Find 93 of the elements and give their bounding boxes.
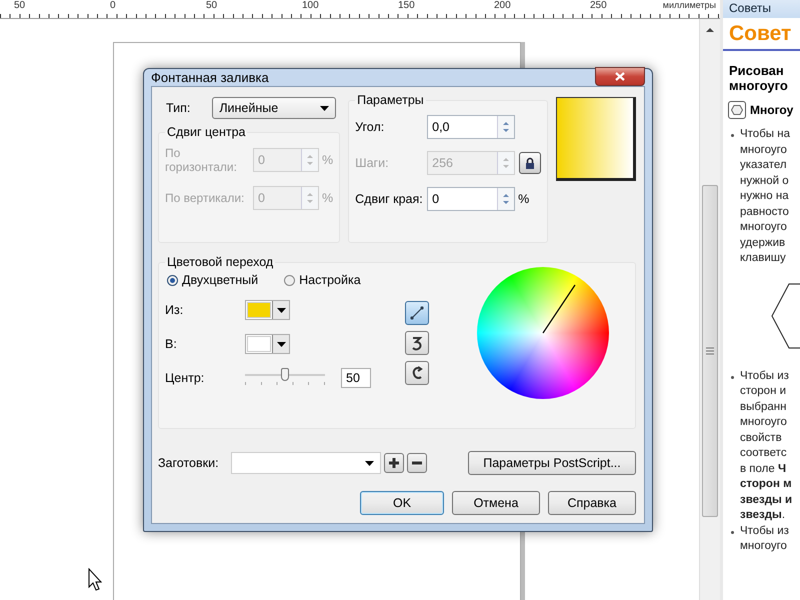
field-label: Центр: [165, 371, 206, 385]
radio-option[interactable]: Настройка [284, 273, 361, 287]
tip-text: звезды и [740, 492, 792, 508]
add-button[interactable] [384, 453, 404, 473]
field-label: Тип: [166, 101, 190, 115]
tool-name: Многоу [750, 103, 794, 117]
bullet-icon [731, 134, 734, 137]
slider-thumb[interactable] [281, 368, 289, 381]
tip-text: соответс [740, 446, 788, 461]
bullet-icon [731, 530, 734, 534]
close-button[interactable] [595, 67, 645, 86]
field-label: В: [165, 337, 178, 351]
tip-text: равносто [740, 204, 790, 220]
tip-text: в поле Ч [740, 462, 788, 476]
spin-arrows-icon[interactable] [502, 119, 510, 135]
dialog-button[interactable]: OK [360, 491, 444, 515]
tip-text: удержив [740, 236, 786, 250]
field-label: По вертикали: [165, 191, 246, 205]
dialog-title: Фонтанная заливка [151, 70, 269, 85]
tip-text: сторон и [740, 384, 788, 399]
tip-text: указател [740, 158, 788, 173]
radio-option[interactable]: Двухцветный [167, 273, 258, 287]
minus-icon [412, 461, 422, 465]
grip-icon [706, 347, 714, 355]
spin-arrows-icon[interactable] [502, 191, 510, 207]
caret-icon [276, 308, 286, 312]
tips-subheading: Рисован [728, 63, 785, 78]
hexagon-drawing [771, 282, 800, 348]
direction-button[interactable] [405, 361, 429, 385]
tip-text: Чтобы на [740, 127, 790, 142]
polygon-tool-icon [728, 101, 746, 119]
tip-text: выбранн [740, 400, 788, 414]
field-label: Сдвиг края: [355, 192, 424, 206]
number-field[interactable]: 50 [341, 368, 371, 388]
field-label: Заготовки: [158, 456, 219, 470]
ruler-label: 200 [494, 0, 512, 12]
tip-text: Чтобы из [740, 368, 790, 384]
ruler-unit: миллиметры [662, 0, 717, 11]
caret-icon [276, 342, 286, 346]
unit-label: % [518, 192, 530, 206]
direction-button[interactable] [405, 331, 429, 355]
ruler-label: 250 [590, 0, 607, 12]
field-label: Угол: [355, 120, 386, 134]
close-icon [615, 72, 625, 81]
number-field[interactable]: 0,0 [427, 115, 516, 139]
caret-icon [320, 106, 330, 110]
field-label: Шаги: [355, 156, 390, 170]
postscript-button[interactable]: Параметры PostScript... [468, 451, 636, 475]
direction-button[interactable] [405, 301, 429, 325]
dialog-button[interactable]: Справка [548, 491, 636, 515]
lock-icon [525, 157, 536, 169]
tip-text: сторон м [740, 477, 792, 492]
unit-label: % [322, 191, 334, 205]
color-picker[interactable] [245, 334, 290, 354]
bullet-icon [731, 376, 734, 378]
panel-title: Советы [723, 0, 800, 18]
line-icon [409, 305, 425, 321]
ruler-label: 150 [398, 0, 416, 12]
center-slider[interactable] [245, 368, 325, 388]
up-arrow-icon[interactable] [705, 25, 715, 35]
tip-text: многоуго [740, 415, 788, 430]
tips-heading: Совет [723, 18, 800, 51]
vertical-scrollbar[interactable] [699, 19, 720, 600]
tip-text: нужной о [740, 174, 790, 188]
caret-icon [364, 460, 374, 466]
color-picker[interactable] [245, 300, 290, 320]
ruler-label: 100 [302, 0, 320, 12]
group-title: Цветовой переход [166, 255, 274, 269]
tip-text: многоуго [740, 220, 788, 235]
field-label: По горизонтали: [165, 146, 238, 174]
tip-text: многоуго [740, 539, 788, 554]
tip-text: звезды. [740, 508, 786, 523]
pointer-icon [88, 568, 104, 592]
group-title: Сдвиг центра [166, 125, 246, 139]
lock-button[interactable] [519, 152, 542, 174]
plus-icon [388, 458, 399, 468]
field-label: Из: [165, 303, 184, 317]
unit-label: % [322, 153, 334, 167]
tip-text: свойств [740, 430, 783, 446]
ruler-label: 50 [206, 0, 218, 12]
tip-text: нужно на [740, 189, 790, 204]
tip-text: многоуго [740, 142, 788, 158]
ruler-label: 0 [110, 0, 117, 12]
remove-button[interactable] [406, 453, 427, 473]
tip-text: клавишу [740, 251, 787, 266]
type-dropdown[interactable]: Линейные [212, 97, 336, 119]
tips-subheading: многоуго [728, 78, 789, 93]
number-field[interactable]: 0 [427, 187, 516, 211]
hue-indicator-line[interactable] [542, 284, 576, 334]
tip-text: Чтобы из [740, 524, 789, 538]
ruler-label: 50 [14, 0, 26, 12]
group-title: Параметры [356, 93, 425, 107]
dialog-button[interactable]: Отмена [452, 491, 540, 515]
